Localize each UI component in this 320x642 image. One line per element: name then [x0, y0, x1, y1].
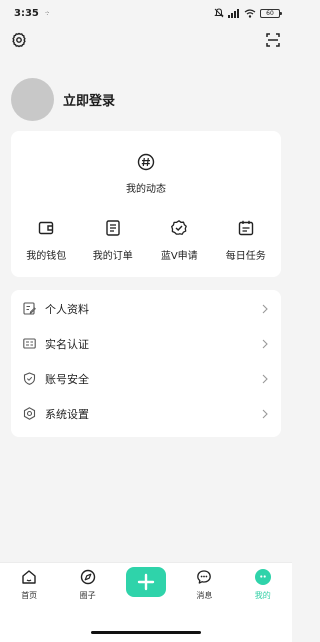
- list-label-real-name: 实名认证: [45, 337, 89, 351]
- mute-bell-icon: [214, 8, 224, 18]
- bottom-tab-bar: 首页 圈子 消息 我的: [0, 562, 292, 612]
- bottom-safe-area: [0, 612, 292, 642]
- grid-label-blue-v: 蓝V申请: [160, 251, 198, 262]
- list-item-personal-info[interactable]: 个人资料: [11, 291, 281, 326]
- chevron-right-icon: [262, 304, 268, 313]
- list-label-system-settings: 系统设置: [45, 407, 89, 421]
- feature-grid: 我的钱包 我的订单 蓝V申请 每日任务: [11, 219, 281, 262]
- compass-icon: [80, 569, 95, 585]
- signal-icon: [228, 8, 239, 18]
- grid-item-blue-v[interactable]: 蓝V申请: [148, 219, 210, 262]
- tab-label-messages: 消息: [196, 591, 213, 600]
- scan-icon[interactable]: [265, 32, 281, 48]
- list-item-account-security[interactable]: 账号安全: [11, 361, 281, 396]
- avatar[interactable]: [11, 78, 54, 121]
- list-label-personal-info: 个人资料: [45, 302, 89, 316]
- status-notification-dots: ·:·: [44, 9, 50, 17]
- home-icon: [22, 570, 36, 584]
- chevron-right-icon: [262, 409, 268, 418]
- chevron-right-icon: [262, 339, 268, 348]
- settings-list-card: 个人资料 实名认证 账号安全 系统设置: [11, 290, 281, 437]
- home-indicator[interactable]: [91, 631, 201, 634]
- id-card-icon: [23, 338, 36, 349]
- list-item-system-settings[interactable]: 系统设置: [11, 396, 281, 431]
- wallet-icon: [39, 221, 54, 235]
- grid-item-wallet[interactable]: 我的钱包: [15, 219, 77, 262]
- settings-icon: [23, 407, 36, 420]
- status-bar: 3:35 ·:· 60: [0, 0, 292, 26]
- order-icon: [106, 220, 120, 236]
- me-icon: [254, 569, 271, 585]
- message-icon: [197, 570, 212, 584]
- plus-icon: [137, 573, 155, 591]
- hash-icon: [137, 153, 155, 171]
- grid-label-wallet: 我的钱包: [26, 251, 67, 262]
- grid-label-daily-tasks: 每日任务: [225, 251, 266, 262]
- tab-label-me: 我的: [254, 591, 271, 600]
- battery-indicator: 60: [260, 8, 282, 18]
- status-right: 60: [214, 8, 282, 18]
- calendar-icon: [238, 220, 253, 236]
- status-time: 3:35: [14, 7, 39, 19]
- tab-label-home: 首页: [21, 591, 38, 600]
- list-item-real-name[interactable]: 实名认证: [11, 326, 281, 361]
- login-link[interactable]: 立即登录: [63, 90, 115, 109]
- tab-circle[interactable]: 圈子: [62, 563, 114, 601]
- tab-add[interactable]: [120, 563, 172, 597]
- grid-item-daily-tasks[interactable]: 每日任务: [215, 219, 277, 262]
- list-label-account-security: 账号安全: [45, 372, 89, 386]
- my-dynamic-label: 我的动态: [126, 184, 166, 195]
- badge-check-icon: [171, 220, 188, 235]
- wifi-icon: [244, 8, 256, 18]
- grid-item-orders[interactable]: 我的订单: [82, 219, 144, 262]
- tab-me[interactable]: 我的: [237, 563, 289, 601]
- status-left: 3:35 ·:·: [14, 7, 50, 19]
- tab-home[interactable]: 首页: [3, 563, 55, 601]
- chevron-right-icon: [262, 374, 268, 383]
- profile-header[interactable]: 立即登录: [11, 78, 115, 121]
- me-face-icon: [259, 575, 266, 578]
- gear-icon[interactable]: [11, 32, 27, 48]
- tab-label-circle: 圈子: [79, 591, 96, 600]
- grid-label-orders: 我的订单: [92, 251, 133, 262]
- tab-messages[interactable]: 消息: [178, 563, 230, 601]
- profile-edit-icon: [23, 302, 36, 315]
- feature-card: 我的动态 我的钱包 我的订单 蓝V申请 每日任务: [11, 131, 281, 277]
- shield-icon: [23, 372, 36, 385]
- add-button[interactable]: [125, 567, 166, 597]
- my-dynamic-button[interactable]: 我的动态: [11, 153, 281, 195]
